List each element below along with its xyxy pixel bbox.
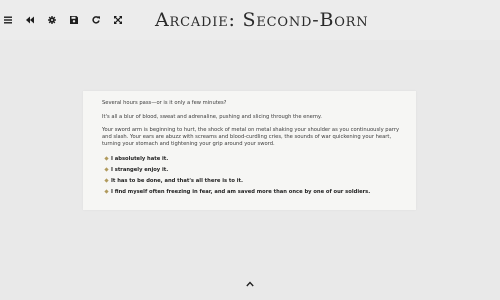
- rewind-button[interactable]: [23, 13, 37, 27]
- choice-option[interactable]: It has to be done, and that's all there …: [102, 177, 407, 185]
- chevron-up-icon: [246, 281, 254, 287]
- bullet-icon: [104, 167, 109, 172]
- menu-button[interactable]: [1, 13, 15, 27]
- game-title: Arcadie: Second-Born: [155, 9, 369, 31]
- fullscreen-icon: [114, 16, 122, 24]
- toolbar: [0, 13, 133, 27]
- bullet-icon: [104, 156, 109, 161]
- choice-label: It has to be done, and that's all there …: [111, 177, 243, 184]
- bullet-icon: [104, 178, 109, 183]
- choice-option[interactable]: I strangely enjoy it.: [102, 166, 407, 174]
- story-content: Several hours pass—or is it only a few m…: [102, 100, 407, 199]
- settings-button[interactable]: [45, 13, 59, 27]
- save-button[interactable]: [67, 13, 81, 27]
- game-screen: Arcadie: Second-Born Several hours pass—…: [0, 0, 500, 300]
- restart-button[interactable]: [89, 13, 103, 27]
- story-panel: Several hours pass—or is it only a few m…: [83, 91, 416, 210]
- bullet-icon: [104, 189, 109, 194]
- rewind-icon: [26, 16, 34, 24]
- scroll-up-button[interactable]: [244, 279, 256, 289]
- choice-label: I find myself often freezing in fear, an…: [111, 188, 371, 195]
- choice-label: I strangely enjoy it.: [111, 166, 169, 173]
- menu-icon: [4, 16, 12, 24]
- refresh-icon: [92, 16, 100, 24]
- top-bar: Arcadie: Second-Born: [0, 0, 500, 40]
- story-paragraph: It's all a blur of blood, sweat and adre…: [102, 113, 322, 120]
- story-paragraph: Your sword arm is beginning to hurt, the…: [102, 127, 400, 147]
- gear-icon: [48, 16, 56, 24]
- choice-option[interactable]: I absolutely hate it.: [102, 155, 407, 163]
- story-paragraph: Several hours pass—or is it only a few m…: [102, 100, 227, 106]
- choice-list: I absolutely hate it. I strangely enjoy …: [102, 155, 407, 196]
- choice-option[interactable]: I find myself often freezing in fear, an…: [102, 188, 407, 196]
- choice-label: I absolutely hate it.: [111, 155, 169, 162]
- save-icon: [70, 16, 78, 24]
- fullscreen-button[interactable]: [111, 13, 125, 27]
